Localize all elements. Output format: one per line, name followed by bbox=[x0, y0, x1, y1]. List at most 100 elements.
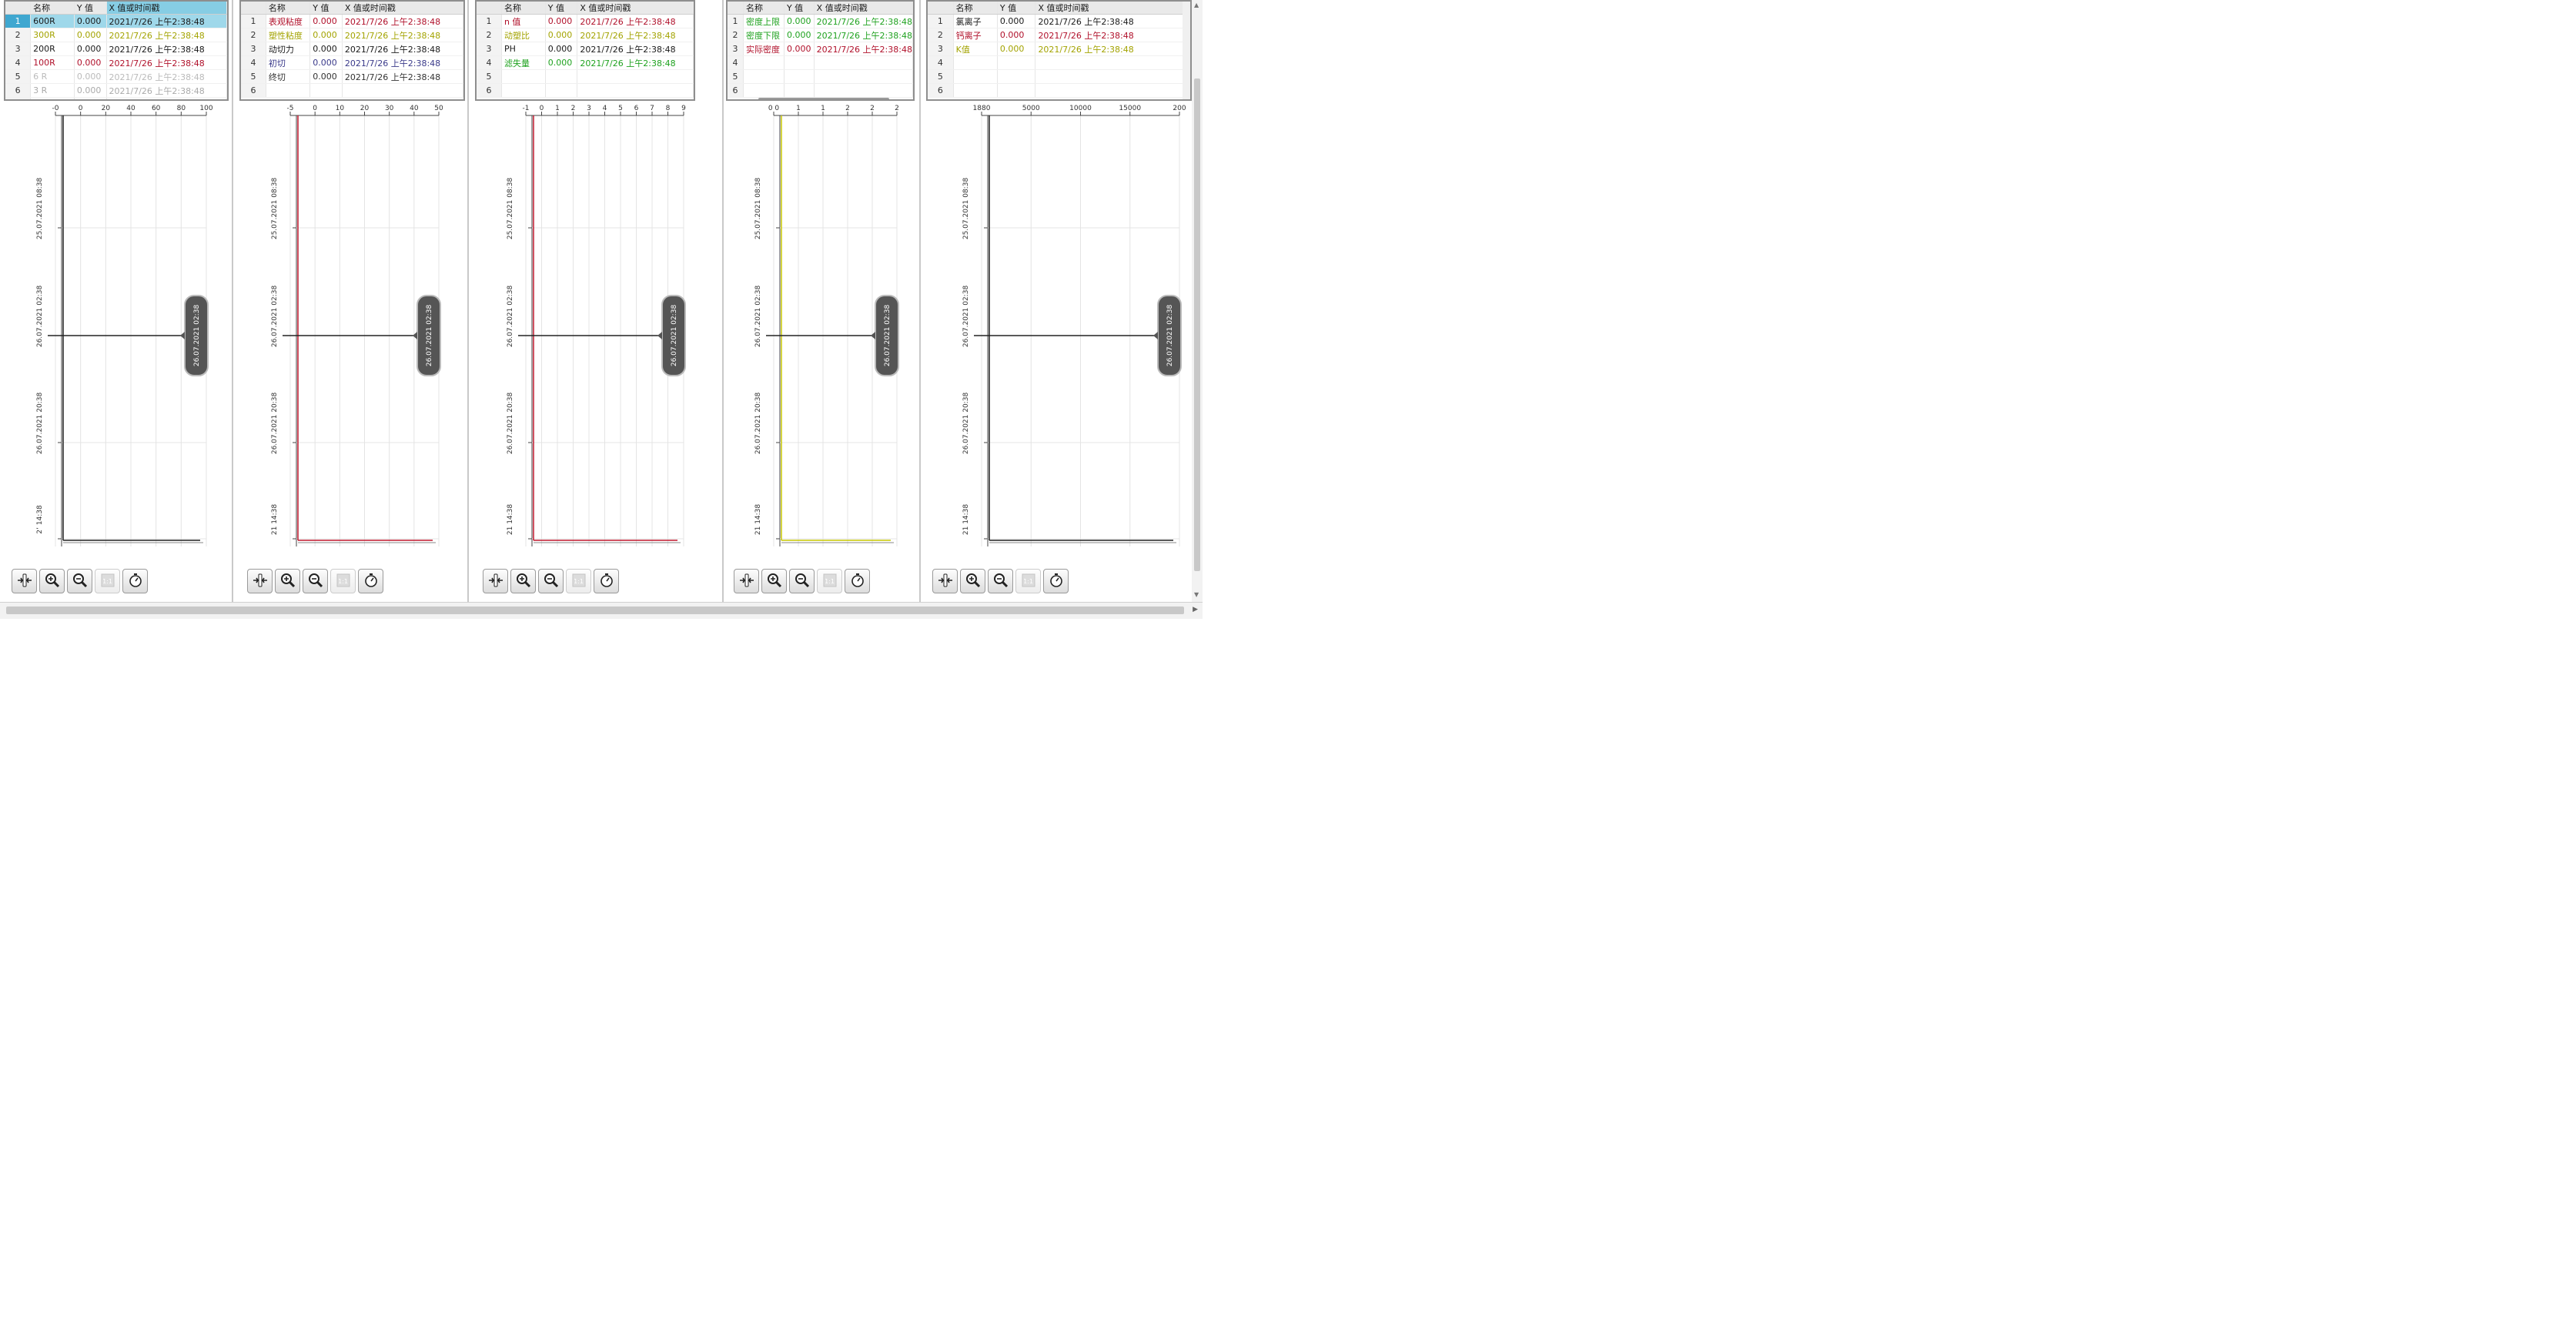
x-tick-label: 0 0 bbox=[768, 105, 780, 112]
x-tick-label: 10 bbox=[336, 105, 345, 112]
fit-button[interactable]: 1:1 bbox=[330, 569, 356, 593]
x-tick-label: 2 bbox=[895, 105, 899, 112]
y-tick-label: 21 14:38 bbox=[962, 504, 970, 536]
x-tick-label: 7 bbox=[650, 105, 654, 112]
x-tick-label: 6 bbox=[634, 105, 639, 112]
x-tick-label: 200 bbox=[1173, 105, 1186, 112]
zoom-out-button[interactable] bbox=[67, 569, 92, 593]
zoom-in-button[interactable] bbox=[761, 569, 787, 593]
y-tick-label: 26.07.2021 02:38 bbox=[754, 286, 762, 348]
fit-button[interactable]: 1:1 bbox=[817, 569, 842, 593]
chart-toolbar: 1:1 bbox=[932, 569, 1069, 593]
timer-icon bbox=[363, 572, 380, 591]
y-tick-label: 26.07.2021 02:38 bbox=[271, 286, 279, 348]
x-tick-label: 8 bbox=[666, 105, 671, 112]
x-tick-label: 50 bbox=[434, 105, 443, 112]
y-tick-label: 26.07.2021 20:38 bbox=[36, 393, 44, 455]
y-tick-label: 2’ 14:38 bbox=[36, 505, 44, 534]
y-tick-label: 25.07.2021 08:38 bbox=[271, 178, 279, 240]
zoom-in-button[interactable] bbox=[960, 569, 985, 593]
pan-icon bbox=[487, 572, 504, 591]
horizontal-scrollbar[interactable]: ▶ bbox=[0, 602, 1203, 619]
chart-toolbar: 1:1 bbox=[247, 569, 383, 593]
pan-button[interactable] bbox=[247, 569, 273, 593]
panel-divider[interactable] bbox=[232, 0, 233, 602]
cursor-label: 26.07.2021 02:38 bbox=[671, 305, 678, 367]
scroll-right-icon[interactable]: ▶ bbox=[1193, 606, 1198, 613]
chart-svg: 0 0 1 1 2 2 2 25.07.2021 08:38 26.07.2021 02:38… bbox=[754, 105, 899, 546]
chart-svg: -5 0 10 20 30 40 50 25.07.2021 08:38 26.07.2021 … bbox=[271, 105, 443, 546]
zoom-in-icon bbox=[279, 572, 296, 591]
pan-button[interactable] bbox=[734, 569, 759, 593]
zoom-in-button[interactable] bbox=[39, 569, 65, 593]
y-tick-label: 26.07.2021 02:38 bbox=[962, 286, 970, 348]
fit-label: 1:1 bbox=[102, 577, 112, 585]
y-tick-label: 21 14:38 bbox=[754, 504, 762, 536]
zoom-in-button[interactable] bbox=[275, 569, 300, 593]
chart-area[interactable]: -0 0 20 40 60 80 100 25.07.2021 08:38 26.07.2021… bbox=[4, 0, 229, 570]
timer-button[interactable] bbox=[845, 569, 870, 593]
x-tick-label: 2 bbox=[571, 105, 576, 112]
x-tick-label: 80 bbox=[177, 105, 186, 112]
chart-panel-p4: 名称 Y 值X 值或时间戳 1 密度上限 0.000 2021/7/26 上午2:38:4… bbox=[726, 0, 915, 602]
panel-divider[interactable] bbox=[467, 0, 469, 602]
panel-divider[interactable] bbox=[722, 0, 724, 602]
timer-button[interactable] bbox=[594, 569, 619, 593]
horizontal-scroll-thumb[interactable] bbox=[6, 607, 1184, 614]
x-tick-label: 0 bbox=[79, 105, 83, 112]
pan-button[interactable] bbox=[483, 569, 508, 593]
y-tick-label: 25.07.2021 08:38 bbox=[754, 178, 762, 240]
x-tick-label: 60 bbox=[152, 105, 161, 112]
cursor-label: 26.07.2021 02:38 bbox=[1166, 305, 1174, 367]
fit-button[interactable]: 1:1 bbox=[566, 569, 591, 593]
pan-icon bbox=[738, 572, 755, 591]
timer-button[interactable] bbox=[122, 569, 148, 593]
zoom-out-icon bbox=[794, 572, 811, 591]
y-tick-label: 25.07.2021 08:38 bbox=[507, 178, 514, 240]
pan-button[interactable] bbox=[12, 569, 37, 593]
fit-label: 1:1 bbox=[1023, 577, 1033, 585]
zoom-in-button[interactable] bbox=[510, 569, 536, 593]
y-tick-label: 26.07.2021 02:38 bbox=[36, 286, 44, 348]
pan-icon bbox=[16, 572, 33, 591]
y-tick-label: 26.07.2021 20:38 bbox=[754, 393, 762, 455]
vertical-scrollbar[interactable]: ▲ ▼ bbox=[1192, 0, 1203, 602]
scroll-up-icon[interactable]: ▲ bbox=[1194, 2, 1199, 8]
zoom-out-button[interactable] bbox=[988, 569, 1013, 593]
scroll-down-icon[interactable]: ▼ bbox=[1194, 591, 1199, 598]
x-tick-label: 9 bbox=[681, 105, 686, 112]
x-tick-label: -0 bbox=[52, 105, 59, 112]
timer-icon bbox=[598, 572, 615, 591]
timer-icon bbox=[849, 572, 866, 591]
x-tick-label: 2 bbox=[845, 105, 850, 112]
chart-toolbar: 1:1 bbox=[12, 569, 148, 593]
chart-area[interactable]: -1 0 1 2 3 4 5 6 7 8 9 25.07.2021 08:38 26.07.2021 0… bbox=[475, 0, 695, 570]
chart-area[interactable]: 0 0 1 1 2 2 2 25.07.2021 08:38 26.07.2021 02:38… bbox=[726, 0, 915, 570]
chart-panel-p3: 名称 Y 值X 值或时间戳 1 n 值 0.000 2021/7/26 上午2:38:48… bbox=[475, 0, 695, 602]
vertical-scroll-thumb[interactable] bbox=[1194, 79, 1200, 571]
chart-area[interactable]: 1880 5000 10000 15000 200 25.07.2021 08:38 26.… bbox=[926, 0, 1192, 570]
pan-icon bbox=[252, 572, 269, 591]
fit-button[interactable]: 1:1 bbox=[95, 569, 120, 593]
chart-area[interactable]: -5 0 10 20 30 40 50 25.07.2021 08:38 26.07.2021 … bbox=[239, 0, 465, 570]
x-tick-label: 1 bbox=[796, 105, 801, 112]
chart-toolbar: 1:1 bbox=[734, 569, 870, 593]
zoom-out-icon bbox=[992, 572, 1009, 591]
zoom-out-button[interactable] bbox=[789, 569, 815, 593]
x-tick-label: 2 bbox=[870, 105, 875, 112]
fit-label: 1:1 bbox=[338, 577, 348, 585]
zoom-out-button[interactable] bbox=[303, 569, 328, 593]
panel-divider[interactable] bbox=[919, 0, 921, 602]
timer-button[interactable] bbox=[358, 569, 383, 593]
chart-svg: -0 0 20 40 60 80 100 25.07.2021 08:38 26.07.2021… bbox=[36, 105, 213, 546]
pan-icon bbox=[937, 572, 954, 591]
y-tick-label: 26.07.2021 20:38 bbox=[962, 393, 970, 455]
x-tick-label: 15000 bbox=[1119, 105, 1141, 112]
pan-button[interactable] bbox=[932, 569, 958, 593]
timer-button[interactable] bbox=[1043, 569, 1069, 593]
x-tick-label: -1 bbox=[523, 105, 530, 112]
fit-label: 1:1 bbox=[574, 577, 584, 585]
y-tick-label: 21 14:38 bbox=[271, 504, 279, 536]
zoom-out-button[interactable] bbox=[538, 569, 564, 593]
fit-button[interactable]: 1:1 bbox=[1015, 569, 1041, 593]
